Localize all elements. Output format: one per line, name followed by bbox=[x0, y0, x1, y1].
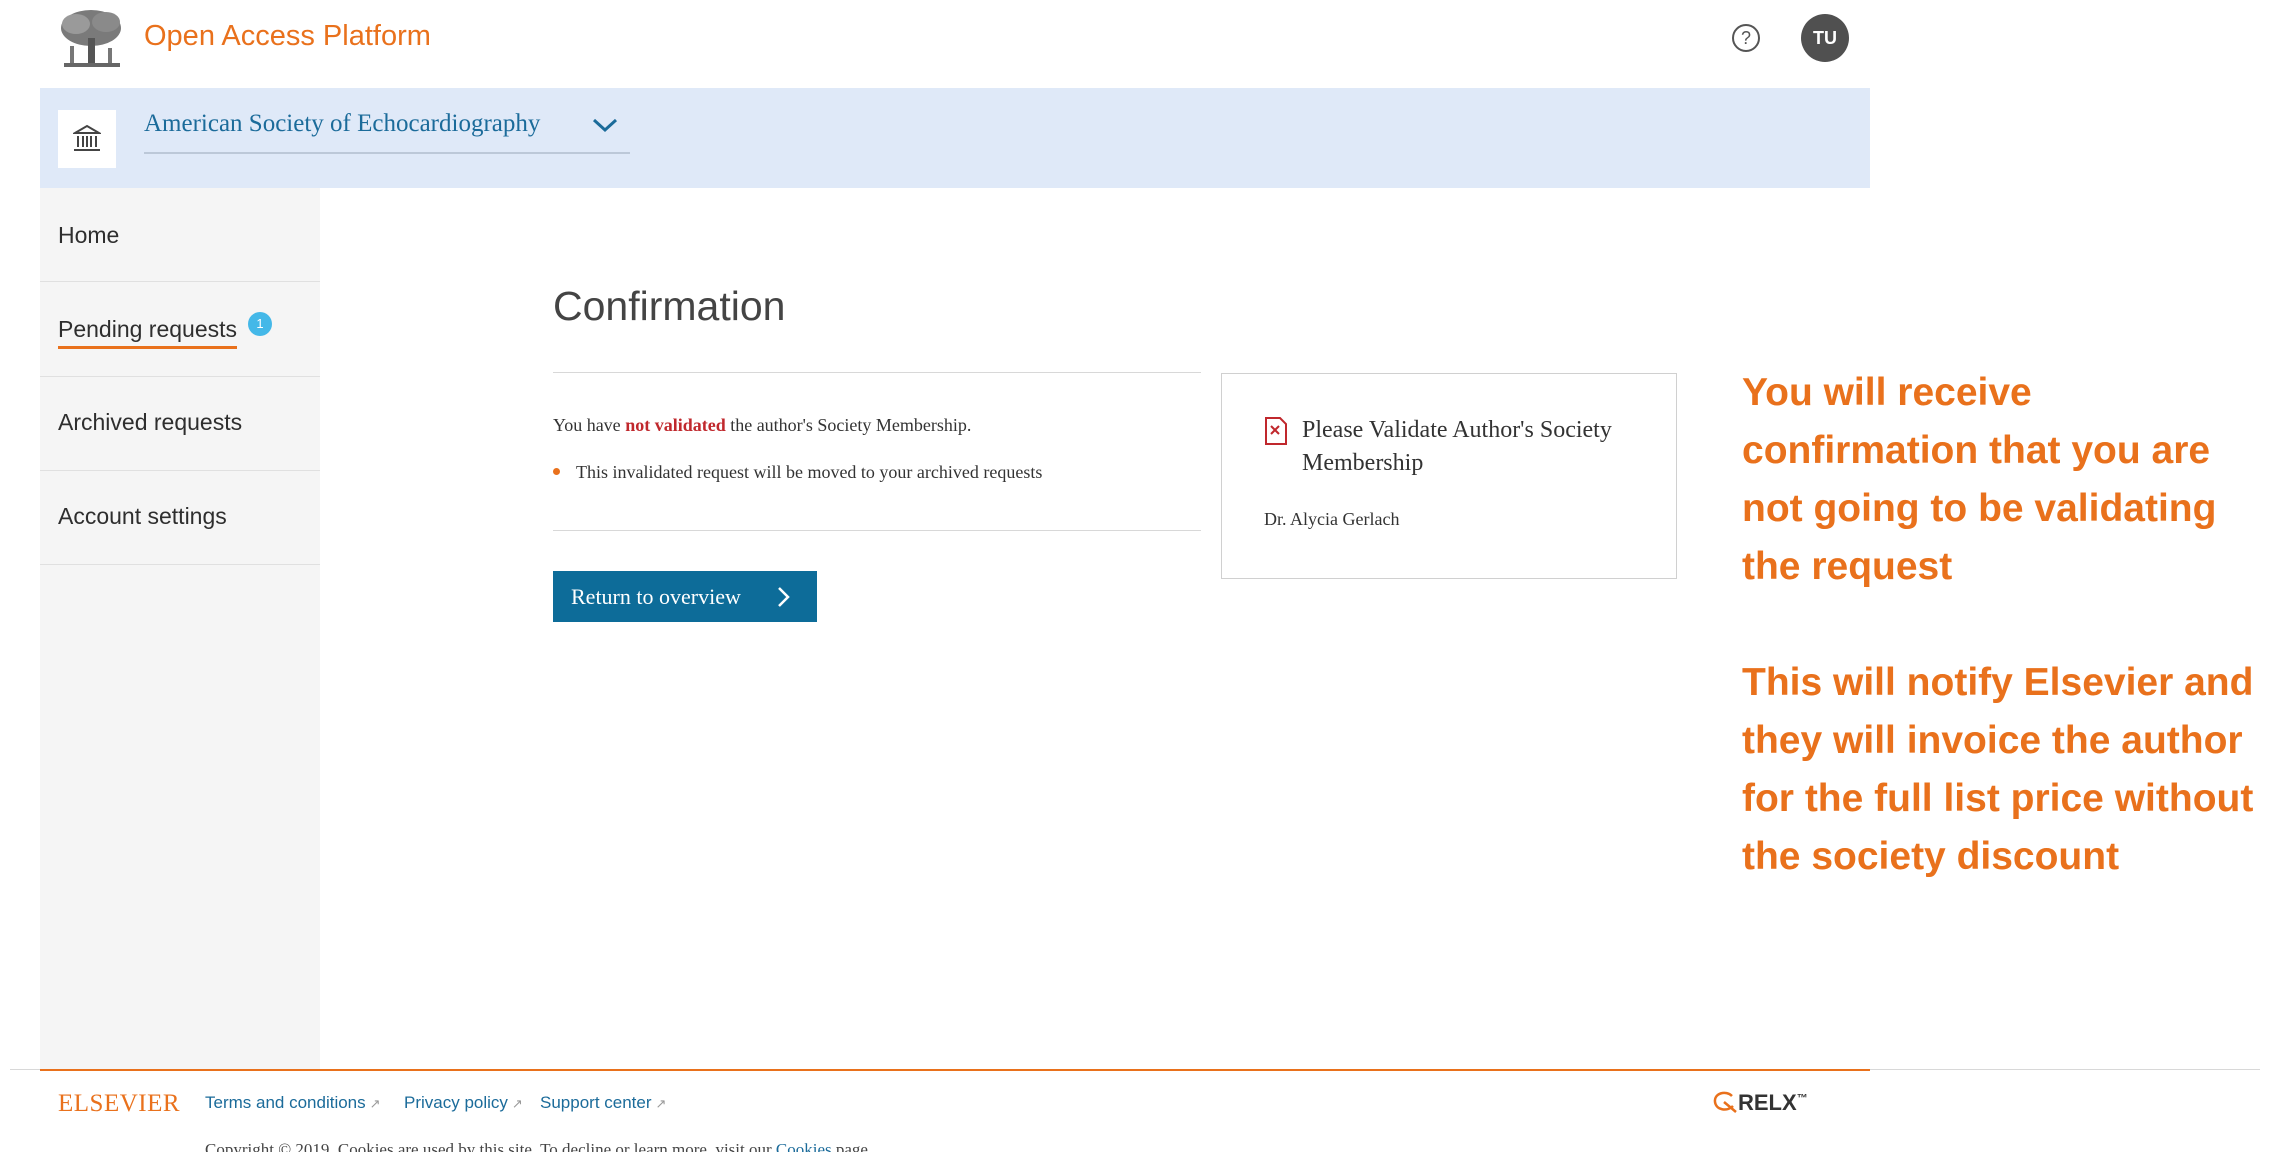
elsevier-tree-logo-icon[interactable] bbox=[56, 8, 126, 70]
relx-logo-text: RELX bbox=[1738, 1090, 1797, 1115]
request-card: Please Validate Author's Society Members… bbox=[1221, 373, 1677, 579]
elsevier-logo[interactable]: ELSEVIER bbox=[58, 1090, 180, 1118]
archive-note-text: This invalidated request will be moved t… bbox=[576, 462, 1043, 482]
sidebar-item-label: Archived requests bbox=[58, 409, 243, 435]
divider bbox=[553, 372, 1201, 373]
annotation-paragraph: You will receive confirmation that you a… bbox=[1742, 371, 2217, 588]
bullet-icon bbox=[553, 468, 560, 476]
support-link[interactable]: Support center ↗ bbox=[540, 1093, 666, 1113]
external-link-icon: ↗ bbox=[511, 1096, 523, 1111]
app-title[interactable]: Open Access Platform bbox=[144, 20, 431, 53]
sidebar-item-archived-requests[interactable]: Archived requests bbox=[40, 377, 320, 471]
app-header: Open Access Platform ? TU bbox=[0, 0, 1870, 86]
society-name: American Society of Echocardiography bbox=[144, 110, 541, 137]
society-dropdown[interactable]: American Society of Echocardiography bbox=[144, 110, 630, 154]
footer-divider bbox=[40, 1069, 1870, 1071]
annotation-paragraph: This will notify Elsevier and they will … bbox=[1742, 661, 2254, 878]
trademark-mark: ™ bbox=[1796, 1092, 1808, 1105]
copyright-notice: Copyright © 2019. Cookies are used by th… bbox=[205, 1140, 872, 1152]
author-name: Dr. Alycia Gerlach bbox=[1264, 509, 1400, 529]
confirmation-message: You have not validated the author's Soci… bbox=[553, 415, 971, 436]
sidebar-item-label: Account settings bbox=[58, 503, 227, 529]
copyright-suffix: page. bbox=[831, 1140, 873, 1152]
return-to-overview-button[interactable]: Return to overview bbox=[553, 571, 817, 622]
divider bbox=[553, 530, 1201, 531]
sidebar-item-pending-requests[interactable]: Pending requests 1 bbox=[40, 282, 320, 377]
message-suffix: the author's Society Membership. bbox=[725, 415, 972, 435]
external-link-icon: ↗ bbox=[655, 1096, 667, 1111]
external-link-icon: ↗ bbox=[369, 1096, 381, 1111]
footer-divider bbox=[10, 1069, 40, 1070]
privacy-link-label: Privacy policy bbox=[404, 1093, 508, 1112]
institution-icon bbox=[73, 124, 101, 151]
sidebar-item-label: Pending requests bbox=[58, 316, 238, 349]
support-link-label: Support center bbox=[540, 1093, 652, 1112]
society-bar: American Society of Echocardiography bbox=[40, 88, 1870, 188]
invalid-document-icon bbox=[1265, 417, 1287, 445]
chevron-down-icon[interactable] bbox=[592, 116, 618, 134]
privacy-link[interactable]: Privacy policy ↗ bbox=[404, 1093, 523, 1113]
annotation-callout: You will receive confirmation that you a… bbox=[1742, 364, 2262, 944]
footer-divider bbox=[1870, 1069, 2260, 1070]
sidebar: Home Pending requests 1 Archived request… bbox=[40, 188, 320, 1070]
pending-count-badge: 1 bbox=[248, 312, 272, 336]
sidebar-item-account-settings[interactable]: Account settings bbox=[40, 471, 320, 565]
help-icon[interactable]: ? bbox=[1732, 24, 1760, 52]
user-avatar[interactable]: TU bbox=[1801, 14, 1849, 62]
cookies-link[interactable]: Cookies bbox=[776, 1140, 832, 1152]
relx-mark-icon bbox=[1713, 1091, 1737, 1113]
relx-logo[interactable]: RELX™ bbox=[1712, 1090, 1808, 1116]
terms-link[interactable]: Terms and conditions ↗ bbox=[205, 1093, 381, 1113]
chevron-right-icon bbox=[778, 587, 790, 607]
sidebar-item-home[interactable]: Home bbox=[40, 188, 320, 282]
copyright-text: Copyright © 2019. Cookies are used by th… bbox=[205, 1140, 776, 1152]
archive-note: This invalidated request will be moved t… bbox=[553, 462, 1042, 483]
card-title: Please Validate Author's Society Members… bbox=[1302, 417, 1612, 476]
sidebar-item-label: Home bbox=[58, 222, 120, 248]
message-prefix: You have bbox=[553, 415, 626, 435]
not-validated-text: not validated bbox=[625, 415, 726, 435]
terms-link-label: Terms and conditions bbox=[205, 1093, 366, 1112]
return-button-label: Return to overview bbox=[571, 583, 741, 609]
page-title: Confirmation bbox=[553, 283, 786, 329]
institution-icon-box bbox=[58, 110, 116, 168]
